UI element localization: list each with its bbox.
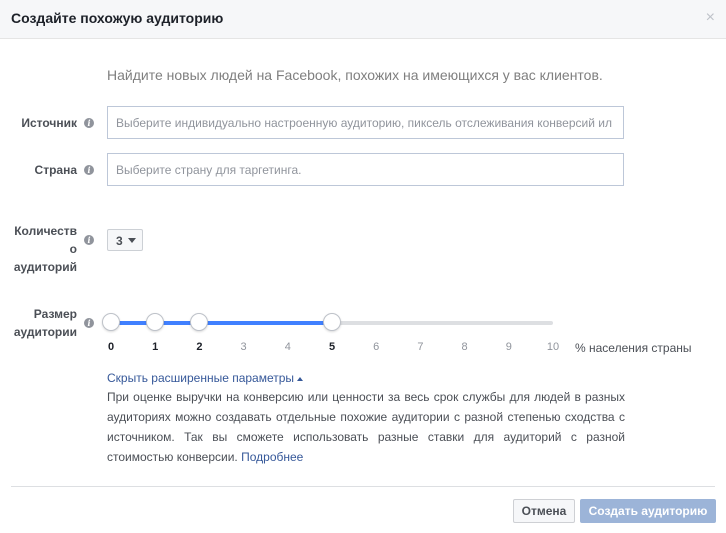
audience-count-label-line: о	[69, 242, 77, 256]
audience-count-value: 3	[116, 234, 123, 248]
footer-divider	[11, 486, 715, 487]
audience-size-label-line: аудитории	[13, 325, 77, 339]
cancel-button[interactable]: Отмена	[513, 499, 575, 523]
slider-tick-label: 6	[373, 341, 380, 353]
slider-tick-label: 5	[328, 341, 336, 353]
caret-up-icon	[297, 376, 304, 381]
caret-down-icon	[128, 238, 136, 243]
slider-tick-label: 10	[546, 341, 560, 353]
slider-tick-label: 0	[107, 341, 115, 353]
learn-more-link[interactable]: Подробнее	[241, 450, 303, 464]
slider-tick-label: 4	[284, 341, 291, 353]
audience-size-slider[interactable]	[102, 313, 553, 333]
slider-tick-label: 9	[505, 341, 512, 353]
source-label: Источник	[21, 116, 77, 130]
country-input[interactable]	[107, 153, 624, 186]
hide-advanced-options-link[interactable]: Скрыть расширенные параметры	[107, 371, 304, 385]
audience-count-label-line: аудиторий	[13, 260, 77, 274]
info-icon[interactable]: i	[84, 165, 94, 175]
source-input[interactable]	[107, 106, 624, 139]
slider-tick-label: 2	[196, 341, 203, 353]
country-label: Страна	[34, 163, 77, 177]
audience-size-label: Размер аудитории	[10, 305, 77, 341]
close-icon[interactable]: ×	[706, 10, 715, 26]
audience-count-select[interactable]: 3	[107, 229, 143, 251]
info-icon[interactable]: i	[84, 118, 94, 128]
slider-tick-label: 3	[240, 341, 247, 353]
advanced-help-text: При оценке выручки на конверсию или ценн…	[107, 387, 625, 467]
slider-tick-label: 1	[152, 341, 159, 353]
slider-tick-label: 8	[461, 341, 468, 353]
hide-advanced-options-label: Скрыть расширенные параметры	[107, 371, 295, 385]
intro-text: Найдите новых людей на Facebook, похожих…	[107, 67, 603, 83]
audience-count-label: Количеств о аудиторий	[10, 222, 77, 276]
audience-count-label-line: Количеств	[14, 224, 77, 238]
slider-handle[interactable]	[102, 313, 120, 331]
slider-handle[interactable]	[146, 313, 165, 331]
info-icon[interactable]: i	[84, 235, 94, 245]
slider-handle[interactable]	[190, 313, 209, 331]
audience-size-label-line: Размер	[33, 307, 77, 321]
info-icon[interactable]: i	[84, 318, 94, 328]
dialog-title: Создайте похожую аудиторию	[11, 10, 224, 26]
create-audience-button[interactable]: Создать аудиторию	[580, 499, 716, 523]
help-text: При оценке выручки на конверсию или ценн…	[107, 390, 625, 464]
slider-handle[interactable]	[323, 313, 341, 331]
slider-unit: % населения страны	[575, 341, 692, 355]
slider-fill	[111, 321, 332, 325]
slider-tick-label: 7	[417, 341, 424, 353]
dialog-header: Создайте похожую аудиторию ×	[0, 0, 726, 39]
